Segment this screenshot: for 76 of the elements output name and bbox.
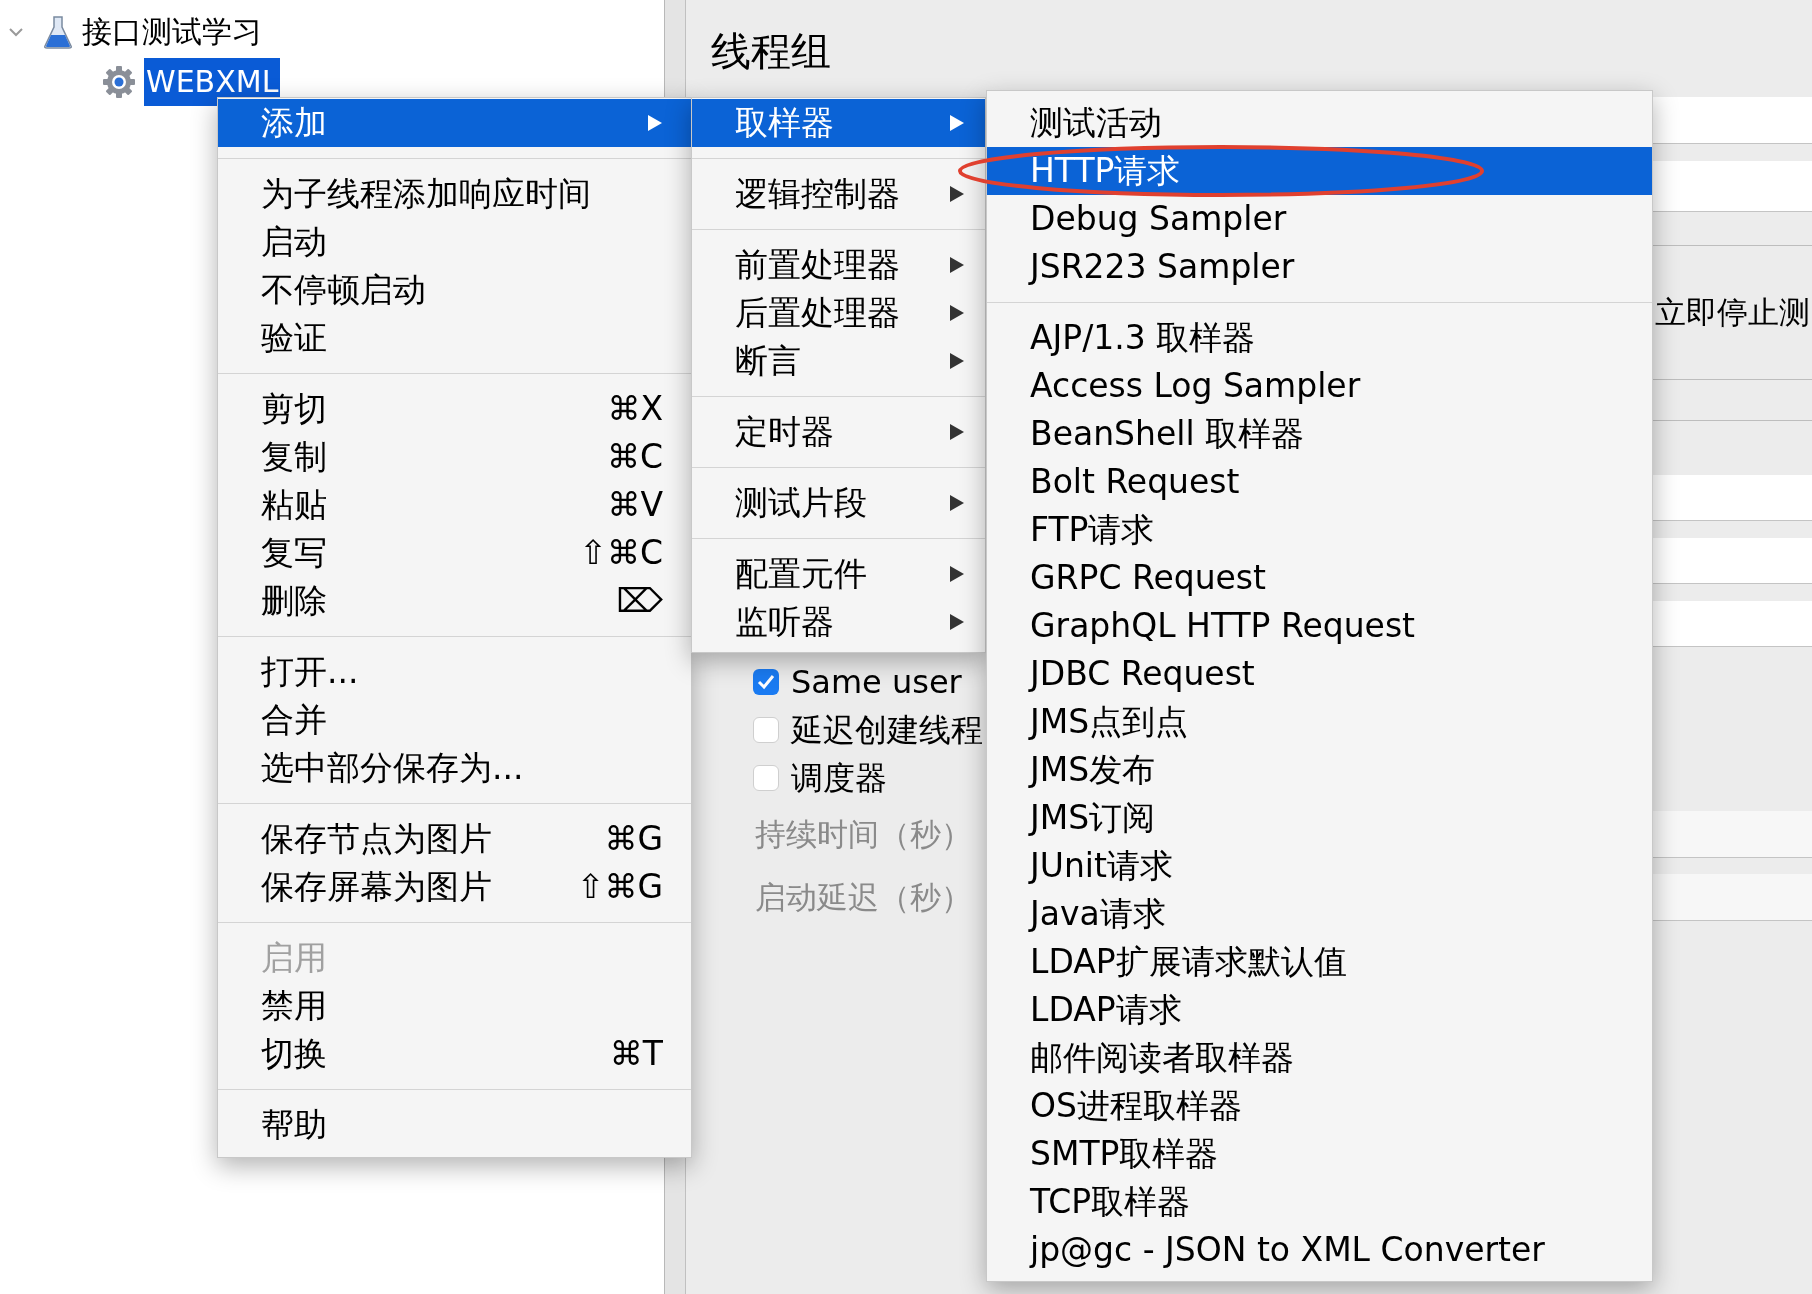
submenu-arrow-icon bbox=[949, 185, 965, 203]
checkbox-label: 延迟创建线程 bbox=[791, 710, 983, 751]
menu-item[interactable]: 定时器 bbox=[692, 408, 985, 456]
submenu-arrow-icon bbox=[949, 114, 965, 132]
menu-item[interactable]: 邮件阅读者取样器 bbox=[987, 1034, 1652, 1082]
menu-item[interactable]: Bolt Request bbox=[987, 458, 1652, 506]
menu-item[interactable]: 复写 ⇧⌘C bbox=[218, 529, 691, 577]
menu-item[interactable]: JMS点到点 bbox=[987, 698, 1652, 746]
checkbox[interactable] bbox=[753, 717, 779, 743]
tree-item[interactable]: WEBXML bbox=[144, 58, 281, 106]
menu-item[interactable]: AJP/1.3 取样器 bbox=[987, 314, 1652, 362]
menu-item[interactable]: 剪切 ⌘X bbox=[218, 385, 691, 433]
radio-label: 立即停止测 bbox=[1655, 293, 1811, 333]
menu-item[interactable]: JSR223 Sampler bbox=[987, 243, 1652, 291]
menu-item[interactable]: SMTP取样器 bbox=[987, 1130, 1652, 1178]
submenu-arrow-icon bbox=[949, 494, 965, 512]
menu-item[interactable]: 删除 ⌦ bbox=[218, 577, 691, 625]
menu-item[interactable]: 复制 ⌘C bbox=[218, 433, 691, 481]
menu-item[interactable]: 打开... bbox=[218, 648, 691, 696]
checkmark-icon bbox=[757, 674, 775, 690]
checkbox-label: Same user bbox=[791, 662, 962, 703]
menu-item[interactable]: OS进程取样器 bbox=[987, 1082, 1652, 1130]
menu-item[interactable]: 粘贴 ⌘V bbox=[218, 481, 691, 529]
submenu-arrow-icon bbox=[949, 352, 965, 370]
chevron-down-icon[interactable] bbox=[8, 26, 24, 38]
submenu-arrow-icon bbox=[949, 423, 965, 441]
menu-item[interactable]: 测试片段 bbox=[692, 479, 985, 527]
menu-item[interactable]: 配置元件 bbox=[692, 550, 985, 598]
menu-item[interactable]: 不停顿启动 bbox=[218, 266, 691, 314]
menu-item[interactable]: LDAP扩展请求默认值 bbox=[987, 938, 1652, 986]
menu-item[interactable]: 合并 bbox=[218, 696, 691, 744]
menu-item[interactable]: 添加 bbox=[218, 99, 691, 147]
menu-item[interactable]: JDBC Request bbox=[987, 650, 1652, 698]
submenu-arrow-icon bbox=[949, 256, 965, 274]
menu-item[interactable]: JUnit请求 bbox=[987, 842, 1652, 890]
menu-item[interactable]: 禁用 bbox=[218, 982, 691, 1030]
panel-title: 线程组 bbox=[710, 27, 832, 76]
submenu-arrow-icon bbox=[949, 565, 965, 583]
menu-item[interactable]: 后置处理器 bbox=[692, 289, 985, 337]
menu-item[interactable]: Java请求 bbox=[987, 890, 1652, 938]
menu-item[interactable]: BeanShell 取样器 bbox=[987, 410, 1652, 458]
menu-item[interactable]: 帮助 bbox=[218, 1101, 691, 1149]
submenu-arrow-icon bbox=[647, 114, 663, 132]
gear-icon bbox=[102, 65, 136, 99]
menu-item[interactable]: Debug Sampler bbox=[987, 195, 1652, 243]
checkbox-label: 调度器 bbox=[791, 758, 887, 799]
menu-item[interactable]: jp@gc - JSON to XML Converter bbox=[987, 1226, 1652, 1274]
menu-item[interactable]: LDAP请求 bbox=[987, 986, 1652, 1034]
menu-item[interactable]: 验证 bbox=[218, 314, 691, 362]
flask-icon bbox=[44, 15, 72, 49]
menu-item[interactable]: 取样器 bbox=[692, 99, 985, 147]
menu-item[interactable]: JMS订阅 bbox=[987, 794, 1652, 842]
tree-item[interactable]: 接口测试学习 bbox=[80, 8, 264, 56]
checkbox[interactable] bbox=[753, 669, 779, 695]
submenu-arrow-icon bbox=[949, 613, 965, 631]
menu-item[interactable]: 断言 bbox=[692, 337, 985, 385]
menu-item[interactable]: 逻辑控制器 bbox=[692, 170, 985, 218]
field-label: 持续时间（秒） bbox=[755, 815, 973, 855]
menu-item[interactable]: GraphQL HTTP Request bbox=[987, 602, 1652, 650]
menu-item[interactable]: Access Log Sampler bbox=[987, 362, 1652, 410]
menu-item[interactable]: 监听器 bbox=[692, 598, 985, 646]
menu-item[interactable]: 为子线程添加响应时间 bbox=[218, 170, 691, 218]
menu-item[interactable]: FTP请求 bbox=[987, 506, 1652, 554]
checkbox[interactable] bbox=[753, 765, 779, 791]
menu-item[interactable]: 前置处理器 bbox=[692, 241, 985, 289]
menu-item[interactable]: GRPC Request bbox=[987, 554, 1652, 602]
menu-item[interactable]: 保存节点为图片 ⌘G bbox=[218, 815, 691, 863]
field-label: 启动延迟（秒） bbox=[755, 878, 973, 918]
submenu-arrow-icon bbox=[949, 304, 965, 322]
menu-item[interactable]: 选中部分保存为... bbox=[218, 744, 691, 792]
menu-item[interactable]: JMS发布 bbox=[987, 746, 1652, 794]
menu-item[interactable]: 切换 ⌘T bbox=[218, 1030, 691, 1078]
menu-item[interactable]: 测试活动 bbox=[987, 99, 1652, 147]
menu-item[interactable]: 启动 bbox=[218, 218, 691, 266]
menu-item[interactable]: TCP取样器 bbox=[987, 1178, 1652, 1226]
menu-item[interactable]: 保存屏幕为图片 ⇧⌘G bbox=[218, 863, 691, 911]
